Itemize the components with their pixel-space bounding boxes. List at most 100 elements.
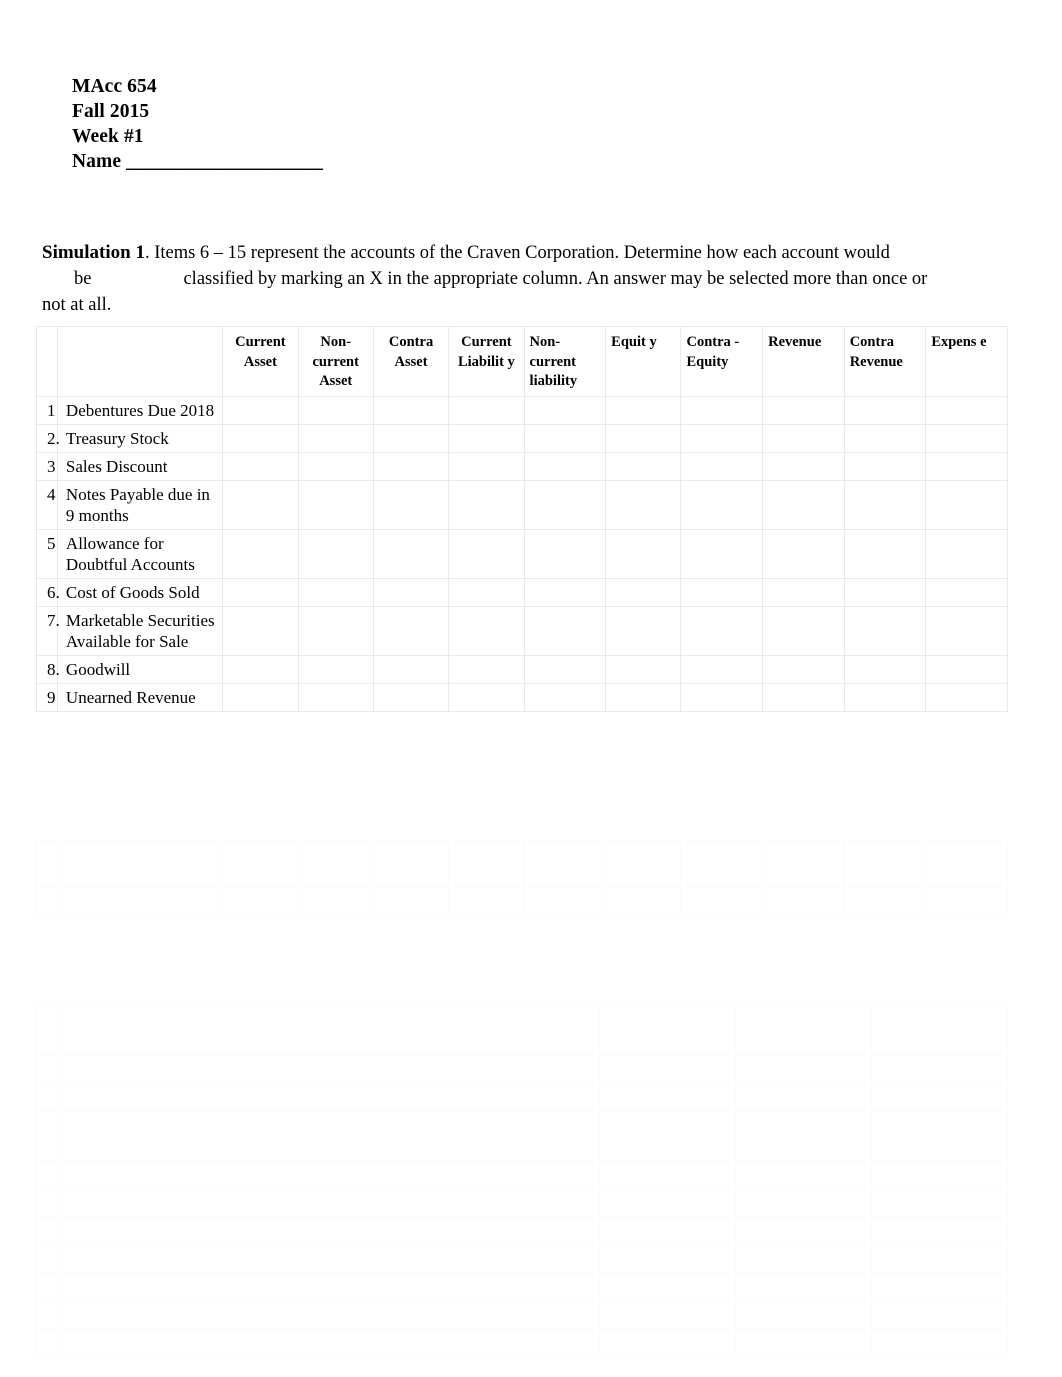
answer-cell-contra-revenue[interactable] [843, 528, 927, 579]
answer-cell-option-1[interactable] [598, 1272, 736, 1301]
answer-cell-revenue[interactable] [762, 840, 845, 888]
answer-cell-noncurrent-asset[interactable] [297, 451, 374, 481]
answer-cell-contra-equity[interactable] [680, 479, 764, 530]
answer-cell-noncurrent-liability[interactable] [523, 577, 607, 607]
answer-cell-contra-equity[interactable] [680, 840, 764, 888]
answer-cell-option-2[interactable] [734, 1160, 872, 1189]
answer-cell-option-1[interactable] [598, 1111, 736, 1161]
answer-cell-equity[interactable] [605, 654, 682, 684]
answer-cell-option-1[interactable] [598, 1083, 736, 1112]
answer-cell-revenue[interactable] [762, 395, 845, 425]
answer-cell-option-1[interactable] [598, 1244, 736, 1273]
answer-cell-current-liability[interactable] [448, 395, 525, 425]
answer-cell-option-2[interactable] [734, 1055, 872, 1084]
answer-cell-option-1[interactable] [598, 1055, 736, 1084]
answer-cell-contra-revenue[interactable] [843, 479, 927, 530]
answer-cell-revenue[interactable] [762, 528, 845, 579]
answer-cell-expense[interactable] [925, 682, 1008, 712]
answer-cell-noncurrent-liability[interactable] [523, 887, 607, 915]
answer-cell-option-1[interactable] [598, 1216, 736, 1245]
answer-cell-contra-equity[interactable] [680, 654, 764, 684]
answer-cell-noncurrent-liability[interactable] [523, 479, 607, 530]
answer-cell-contra-revenue[interactable] [843, 605, 927, 656]
answer-cell-option-3[interactable] [870, 1111, 1009, 1161]
answer-cell-option-2[interactable] [734, 1272, 872, 1301]
answer-cell-option-1[interactable] [598, 1328, 736, 1357]
answer-cell-contra-asset[interactable] [372, 577, 450, 607]
answer-cell-option-1[interactable] [598, 1300, 736, 1329]
answer-cell-current-asset[interactable] [222, 395, 299, 425]
answer-cell-noncurrent-asset[interactable] [297, 395, 374, 425]
answer-cell-contra-equity[interactable] [680, 528, 764, 579]
answer-cell-option-3[interactable] [870, 1188, 1009, 1217]
answer-cell-contra-revenue[interactable] [843, 423, 927, 453]
answer-cell-current-asset[interactable] [222, 528, 299, 579]
answer-cell-noncurrent-liability[interactable] [523, 654, 607, 684]
answer-cell-contra-revenue[interactable] [843, 887, 927, 915]
answer-cell-contra-asset[interactable] [372, 605, 450, 656]
answer-cell-noncurrent-liability[interactable] [523, 682, 607, 712]
answer-cell-revenue[interactable] [762, 479, 845, 530]
answer-cell-option-3[interactable] [870, 1055, 1009, 1084]
answer-cell-contra-revenue[interactable] [843, 395, 927, 425]
answer-cell-option-2[interactable] [734, 1300, 872, 1329]
answer-cell-revenue[interactable] [762, 577, 845, 607]
answer-cell-contra-asset[interactable] [372, 840, 450, 888]
answer-cell-contra-revenue[interactable] [843, 840, 927, 888]
answer-cell-expense[interactable] [925, 605, 1008, 656]
answer-cell-noncurrent-liability[interactable] [523, 395, 607, 425]
answer-cell-expense[interactable] [925, 577, 1008, 607]
answer-cell-noncurrent-asset[interactable] [297, 577, 374, 607]
answer-cell-contra-asset[interactable] [372, 479, 450, 530]
answer-cell-contra-asset[interactable] [372, 451, 450, 481]
answer-cell-option-2[interactable] [734, 1216, 872, 1245]
answer-cell-noncurrent-asset[interactable] [297, 887, 374, 915]
answer-cell-current-asset[interactable] [222, 479, 299, 530]
answer-cell-revenue[interactable] [762, 423, 845, 453]
answer-cell-contra-revenue[interactable] [843, 682, 927, 712]
answer-cell-contra-equity[interactable] [680, 577, 764, 607]
answer-cell-current-liability[interactable] [448, 605, 525, 656]
answer-cell-revenue[interactable] [762, 682, 845, 712]
answer-cell-option-2[interactable] [734, 1111, 872, 1161]
answer-cell-expense[interactable] [925, 395, 1008, 425]
answer-cell-contra-asset[interactable] [372, 682, 450, 712]
answer-cell-noncurrent-liability[interactable] [523, 840, 607, 888]
answer-cell-equity[interactable] [605, 577, 682, 607]
answer-cell-current-asset[interactable] [222, 451, 299, 481]
answer-cell-equity[interactable] [605, 451, 682, 481]
answer-cell-noncurrent-asset[interactable] [297, 528, 374, 579]
answer-cell-contra-asset[interactable] [372, 654, 450, 684]
answer-cell-revenue[interactable] [762, 451, 845, 481]
answer-cell-noncurrent-asset[interactable] [297, 840, 374, 888]
answer-cell-expense[interactable] [925, 654, 1008, 684]
answer-cell-expense[interactable] [925, 451, 1008, 481]
answer-cell-equity[interactable] [605, 479, 682, 530]
answer-cell-equity[interactable] [605, 528, 682, 579]
answer-cell-noncurrent-asset[interactable] [297, 479, 374, 530]
answer-cell-contra-asset[interactable] [372, 528, 450, 579]
answer-cell-option-3[interactable] [870, 1272, 1009, 1301]
answer-cell-revenue[interactable] [762, 887, 845, 915]
answer-cell-current-asset[interactable] [222, 605, 299, 656]
answer-cell-option-3[interactable] [870, 1216, 1009, 1245]
answer-cell-current-asset[interactable] [222, 840, 299, 888]
answer-cell-expense[interactable] [925, 840, 1008, 888]
answer-cell-current-liability[interactable] [448, 840, 525, 888]
answer-cell-current-asset[interactable] [222, 423, 299, 453]
answer-cell-contra-equity[interactable] [680, 682, 764, 712]
answer-cell-option-3[interactable] [870, 1300, 1009, 1329]
answer-cell-expense[interactable] [925, 423, 1008, 453]
answer-cell-equity[interactable] [605, 887, 682, 915]
answer-cell-contra-equity[interactable] [680, 887, 764, 915]
answer-cell-expense[interactable] [925, 887, 1008, 915]
answer-cell-expense[interactable] [925, 528, 1008, 579]
answer-cell-current-liability[interactable] [448, 451, 525, 481]
answer-cell-current-asset[interactable] [222, 682, 299, 712]
answer-cell-equity[interactable] [605, 682, 682, 712]
answer-cell-noncurrent-liability[interactable] [523, 605, 607, 656]
answer-cell-current-liability[interactable] [448, 887, 525, 915]
answer-cell-current-liability[interactable] [448, 479, 525, 530]
answer-cell-contra-asset[interactable] [372, 887, 450, 915]
answer-cell-option-1[interactable] [598, 1160, 736, 1189]
